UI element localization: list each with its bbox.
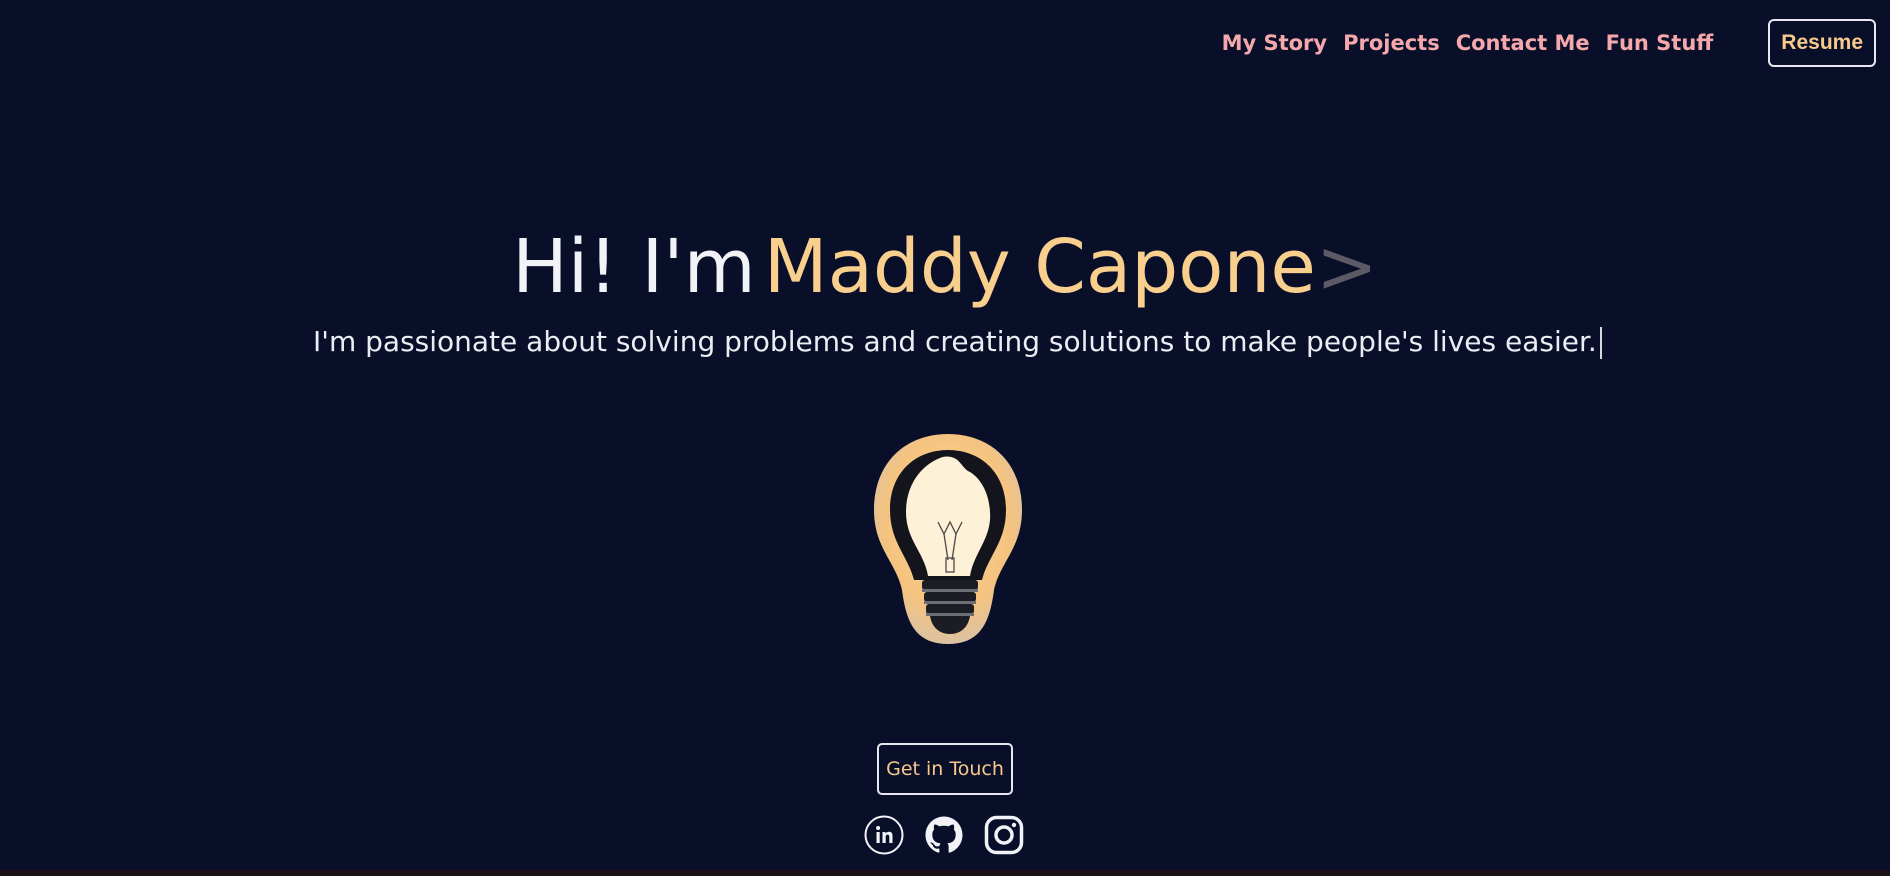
top-nav: My Story Projects Contact Me Fun Stuff R…	[1222, 0, 1890, 86]
hero-subtitle: I'm passionate about solving problems an…	[313, 322, 1602, 362]
github-icon[interactable]	[924, 815, 964, 855]
hero-subtitle-text: I'm passionate about solving problems an…	[313, 325, 1597, 358]
hero-name: Maddy Capone	[763, 224, 1316, 310]
hero-title: Hi! I'm Maddy Capone>	[0, 222, 1890, 312]
get-in-touch-button[interactable]: Get in Touch	[877, 743, 1013, 795]
text-cursor	[1599, 327, 1602, 359]
page: My Story Projects Contact Me Fun Stuff R…	[0, 0, 1890, 876]
nav-links: My Story Projects Contact Me Fun Stuff	[1222, 31, 1714, 55]
hero-greeting: Hi! I'm	[512, 224, 756, 310]
instagram-icon[interactable]	[984, 815, 1024, 855]
resume-button[interactable]: Resume	[1768, 19, 1876, 67]
social-links	[864, 815, 1024, 855]
typing-caret: >	[1315, 224, 1378, 310]
nav-link-contact-me[interactable]: Contact Me	[1456, 31, 1590, 55]
nav-link-fun-stuff[interactable]: Fun Stuff	[1606, 31, 1714, 55]
lightbulb-icon	[874, 434, 1022, 644]
linkedin-icon[interactable]	[864, 815, 904, 855]
nav-link-projects[interactable]: Projects	[1343, 31, 1440, 55]
bottom-edge	[0, 870, 1890, 876]
nav-link-my-story[interactable]: My Story	[1222, 31, 1328, 55]
